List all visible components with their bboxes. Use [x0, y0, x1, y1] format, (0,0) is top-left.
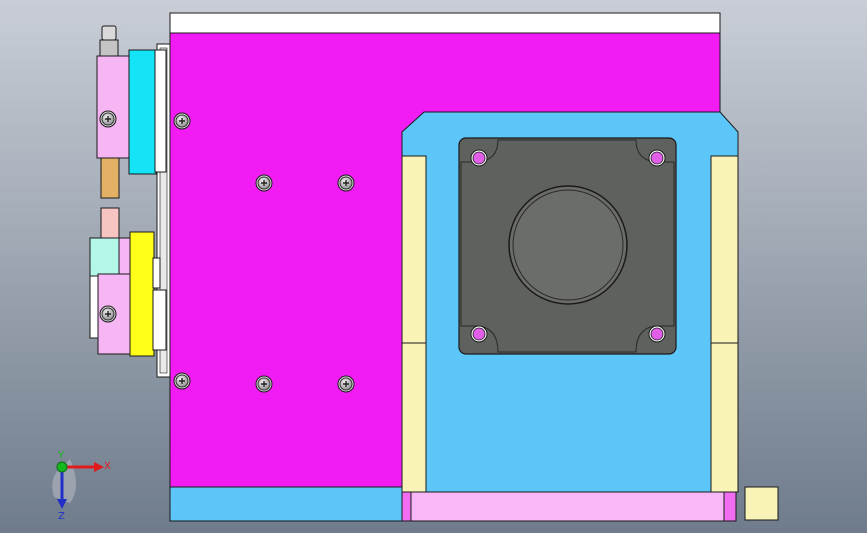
orange-spacer[interactable]: [100, 157, 120, 199]
lower-clamp-violet-strip: [118, 237, 131, 275]
upper-clamp-body[interactable]: [96, 55, 131, 159]
top-white-strip[interactable]: [169, 12, 721, 34]
screw-head-icon[interactable]: [99, 110, 117, 128]
thumb-screw-head[interactable]: [101, 25, 117, 41]
y-axis-dot: [56, 461, 68, 473]
countersunk-hole-icon[interactable]: [648, 149, 666, 167]
cream-block-left-lower[interactable]: [401, 342, 427, 493]
cream-block-right-upper[interactable]: [710, 155, 739, 344]
small-cream-part[interactable]: [744, 486, 779, 521]
countersunk-hole-icon[interactable]: [648, 325, 666, 343]
stepper-motor[interactable]: [458, 137, 677, 355]
upper-clamp-cyan-pad[interactable]: [128, 49, 157, 175]
upper-clamp-white-jaw: [154, 49, 167, 173]
screw-head-icon[interactable]: [337, 174, 355, 192]
lower-clamp-white-jaw: [152, 289, 167, 351]
bottom-pink-strip-end-right: [723, 491, 737, 522]
screw-head-icon[interactable]: [255, 375, 273, 393]
y-axis-label: Y: [57, 450, 65, 461]
cad-viewport[interactable]: X Y Z: [0, 0, 867, 533]
thumb-screw-knurl: [99, 39, 119, 57]
bottom-pink-strip[interactable]: [401, 491, 737, 522]
pink-spacer[interactable]: [100, 207, 120, 239]
countersunk-hole-icon[interactable]: [470, 149, 488, 167]
cream-block-left-upper[interactable]: [401, 155, 427, 344]
z-axis-label: Z: [58, 511, 65, 522]
cream-block-right-lower[interactable]: [710, 342, 739, 493]
bottom-cyan-strip[interactable]: [169, 486, 403, 522]
screw-head-icon[interactable]: [255, 174, 273, 192]
lower-clamp-yellow-pad[interactable]: [129, 231, 155, 357]
screw-head-icon[interactable]: [337, 375, 355, 393]
screw-head-icon[interactable]: [173, 112, 191, 130]
lower-clamp-white-cap: [152, 257, 161, 289]
motor-boss-outer[interactable]: [508, 185, 628, 305]
x-axis-label: X: [104, 461, 111, 472]
screw-head-icon[interactable]: [173, 372, 191, 390]
countersunk-hole-icon[interactable]: [470, 325, 488, 343]
cad-canvas[interactable]: X Y Z: [0, 0, 867, 533]
bottom-pink-strip-end-left: [401, 491, 412, 522]
screw-head-icon[interactable]: [99, 305, 117, 323]
